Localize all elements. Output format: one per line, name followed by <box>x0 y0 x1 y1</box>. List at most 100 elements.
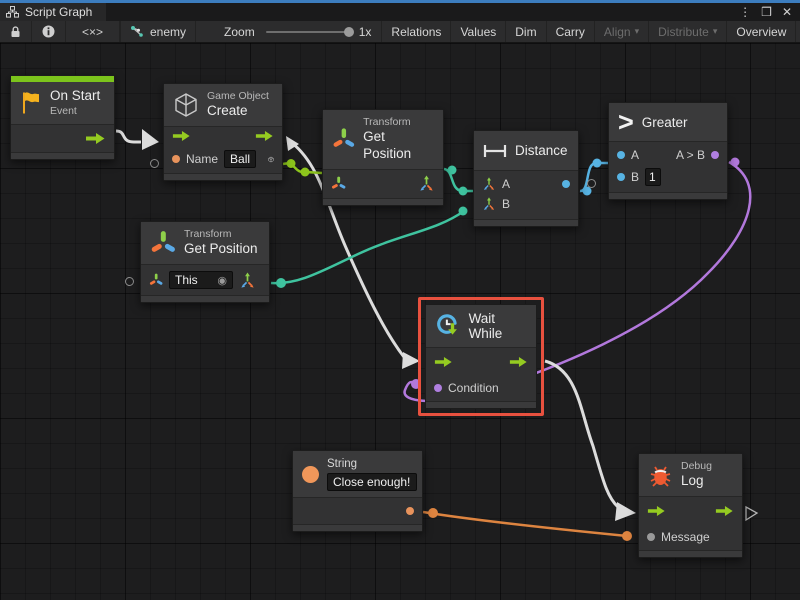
unconnected-flow-port[interactable] <box>746 507 757 520</box>
node-header: Game Object Create <box>164 84 282 127</box>
graph-name: enemy <box>150 25 186 39</box>
bool-output-port[interactable] <box>711 151 719 159</box>
greater-b-default-port[interactable] <box>587 179 596 188</box>
b-row: B <box>474 194 578 219</box>
align-button[interactable]: Align ▾ <box>595 21 649 42</box>
lock-button[interactable] <box>0 21 32 42</box>
vector3-input-port-a[interactable] <box>482 177 496 191</box>
fullscreen-button[interactable]: Full Screen <box>796 21 800 42</box>
node-header: Transform Get Position <box>141 222 269 265</box>
node-string[interactable]: String <box>292 450 423 532</box>
string-output-port[interactable] <box>406 507 414 515</box>
node-title: Create <box>207 103 269 120</box>
message-input-port[interactable] <box>647 533 655 541</box>
wire-create-to-getposition[interactable] <box>283 164 322 173</box>
transform-input-port[interactable] <box>149 273 163 287</box>
flow-input-port[interactable] <box>172 130 191 142</box>
flow-input-port[interactable] <box>647 505 666 517</box>
vector3-output-port[interactable] <box>418 175 435 192</box>
relations-label: Relations <box>391 25 441 39</box>
flow-output-port[interactable] <box>509 356 528 368</box>
relations-button[interactable]: Relations <box>381 21 451 42</box>
node-create[interactable]: Game Object Create Name <box>163 83 283 181</box>
node-debug-log[interactable]: Debug Log Message <box>638 453 743 558</box>
vector3-input-port-b[interactable] <box>482 197 496 211</box>
a-row: A <box>474 171 578 194</box>
node-title: String <box>327 457 417 471</box>
target-field[interactable]: This ◉ <box>169 271 233 289</box>
a-row: A A > B <box>609 142 727 165</box>
a-input-port[interactable] <box>617 151 625 159</box>
wire-waitwhile-to-debuglog[interactable] <box>545 361 618 507</box>
graph-icon <box>6 6 19 18</box>
dim-button[interactable]: Dim <box>506 21 546 42</box>
float-output-port[interactable] <box>562 180 570 188</box>
zoom-slider-handle[interactable] <box>344 27 354 37</box>
node-footer <box>639 550 742 557</box>
create-name-default-port[interactable] <box>150 159 159 168</box>
tab-script-graph[interactable]: Script Graph <box>0 3 106 21</box>
node-footer <box>11 152 114 159</box>
graph-breadcrumb[interactable]: enemy <box>121 21 196 42</box>
greater-icon: > <box>618 111 634 133</box>
flow-output-port[interactable] <box>715 505 734 517</box>
distribute-label: Distribute <box>658 25 709 39</box>
wire-onstart-to-create[interactable] <box>116 131 141 142</box>
node-category: Debug <box>681 460 712 473</box>
wire-getpositionbottom-to-distance-b[interactable] <box>271 211 464 283</box>
gameobject-output-port[interactable] <box>268 152 274 167</box>
string-input-port[interactable] <box>172 155 180 163</box>
node-greater[interactable]: > Greater A A > B B <box>608 102 728 200</box>
vector3-output-port[interactable] <box>239 272 256 289</box>
output-label: A > B <box>676 148 705 162</box>
a-label: A <box>631 148 639 162</box>
object-picker-icon[interactable]: ◉ <box>217 274 227 287</box>
lock-icon <box>10 26 21 38</box>
node-category: Game Object <box>207 90 269 103</box>
graph-canvas[interactable]: On Start Event Game Object Create <box>0 43 800 600</box>
carry-button[interactable]: Carry <box>547 21 595 42</box>
inspect-button[interactable] <box>32 21 66 42</box>
zoom-slider[interactable] <box>266 31 352 33</box>
node-on-start[interactable]: On Start Event <box>10 75 115 160</box>
string-icon <box>302 466 319 483</box>
message-label: Message <box>661 530 710 544</box>
overview-label: Overview <box>736 25 786 39</box>
flow-output-port[interactable] <box>255 130 274 142</box>
condition-input-port[interactable] <box>434 384 442 392</box>
name-field[interactable] <box>224 150 256 168</box>
window-menu-icon[interactable]: ⋮ <box>739 5 751 19</box>
node-wait-while[interactable]: Wait While Condition <box>425 304 537 409</box>
wire-getpositiontop-to-distance-a[interactable] <box>444 169 473 191</box>
string-value-field[interactable] <box>327 473 417 491</box>
getposition-target-default-port[interactable] <box>125 277 134 286</box>
maximize-icon[interactable]: ❒ <box>761 5 772 19</box>
node-header: > Greater <box>609 103 727 142</box>
distribute-button[interactable]: Distribute ▾ <box>649 21 727 42</box>
b-label: B <box>631 170 639 184</box>
tab-title: Script Graph <box>25 5 92 19</box>
b-input-port[interactable] <box>617 173 625 181</box>
values-button[interactable]: Values <box>451 21 506 42</box>
node-get-position-top[interactable]: Transform Get Position <box>322 109 444 206</box>
node-title: Wait While <box>469 311 527 341</box>
overview-button[interactable]: Overview <box>727 21 796 42</box>
zoom-control: Zoom 1x <box>196 21 381 42</box>
code-view-button[interactable]: <×> <box>66 21 120 42</box>
transform-input-port[interactable] <box>331 176 346 191</box>
node-get-position-bottom[interactable]: Transform Get Position This ◉ <box>140 221 270 303</box>
flow-input-port[interactable] <box>434 356 453 368</box>
b-value-field[interactable] <box>645 168 661 186</box>
zoom-value: 1x <box>359 25 372 39</box>
flow-output-port[interactable] <box>85 132 106 145</box>
message-row: Message <box>639 524 742 550</box>
node-header: On Start Event <box>11 82 114 125</box>
flow-row <box>639 497 742 524</box>
wire-string-to-message[interactable] <box>423 512 627 536</box>
dim-label: Dim <box>515 25 536 39</box>
close-icon[interactable]: ✕ <box>782 5 792 19</box>
toolbar-right-group: Relations Values Dim Carry Align ▾ Distr… <box>381 21 800 42</box>
node-distance[interactable]: Distance A B <box>473 130 579 227</box>
align-label: Align <box>604 25 631 39</box>
unity-script-graph-window: Script Graph ⋮ ❒ ✕ <×> <box>0 0 800 600</box>
